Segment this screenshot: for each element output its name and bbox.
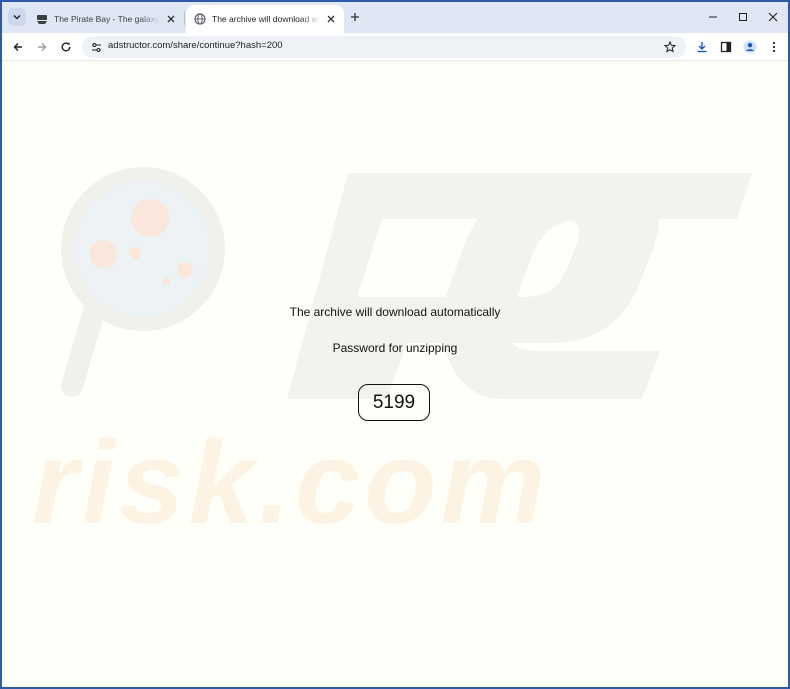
tune-icon[interactable] bbox=[88, 39, 104, 55]
maximize-icon bbox=[739, 13, 747, 21]
password-label: Password for unzipping bbox=[332, 341, 458, 355]
profile-icon bbox=[743, 40, 757, 54]
side-panel-icon bbox=[720, 41, 732, 53]
download-icon bbox=[697, 42, 707, 53]
page-content: risk.com The archive will download autom… bbox=[2, 61, 788, 687]
pirate-ship-icon bbox=[36, 13, 48, 25]
address-bar[interactable]: adstructor.com/share/continue?hash=200 bbox=[82, 36, 686, 58]
tab-title: The Pirate Bay - The galaxy's most resil… bbox=[54, 14, 160, 24]
globe-icon bbox=[194, 13, 206, 25]
close-window-button[interactable] bbox=[759, 6, 787, 28]
minimize-button[interactable] bbox=[699, 6, 727, 28]
kebab-menu-icon bbox=[772, 41, 776, 53]
tab-pirate-bay[interactable]: The Pirate Bay - The galaxy's most resil… bbox=[28, 5, 184, 33]
new-tab-button[interactable] bbox=[346, 8, 364, 26]
arrow-right-icon bbox=[38, 43, 47, 51]
menu-button[interactable] bbox=[764, 37, 784, 57]
side-panel-button[interactable] bbox=[716, 37, 736, 57]
tab-title: The archive will download automatically bbox=[212, 14, 320, 24]
minimize-icon bbox=[709, 16, 717, 18]
tab-strip: The Pirate Bay - The galaxy's most resil… bbox=[2, 2, 788, 33]
reload-button[interactable] bbox=[56, 37, 76, 57]
pcrisk-watermark: risk.com bbox=[32, 167, 752, 549]
download-message: The archive will download automatically bbox=[289, 305, 501, 319]
chevron-down-icon bbox=[13, 15, 21, 20]
tab-separator bbox=[184, 11, 185, 25]
profile-button[interactable] bbox=[740, 37, 760, 57]
back-button[interactable] bbox=[8, 37, 28, 57]
tab-close-icon[interactable] bbox=[324, 12, 338, 26]
download-button[interactable] bbox=[692, 37, 712, 57]
risk-com-watermark-text: risk.com bbox=[32, 417, 549, 549]
forward-button[interactable] bbox=[32, 37, 52, 57]
arrow-left-icon bbox=[13, 43, 22, 51]
pc-logo-mark bbox=[287, 173, 752, 399]
url-text: adstructor.com/share/continue?hash=200 bbox=[108, 40, 283, 51]
password-code: 5199 bbox=[358, 384, 430, 421]
tab-search-button[interactable] bbox=[8, 8, 26, 26]
tab-archive-download[interactable]: The archive will download automatically bbox=[186, 5, 344, 33]
browser-window: The Pirate Bay - The galaxy's most resil… bbox=[0, 0, 790, 689]
plus-icon bbox=[351, 13, 359, 21]
browser-toolbar: adstructor.com/share/continue?hash=200 bbox=[2, 33, 788, 61]
maximize-button[interactable] bbox=[729, 6, 757, 28]
star-icon[interactable] bbox=[662, 39, 678, 55]
close-icon bbox=[768, 12, 778, 22]
tab-close-icon[interactable] bbox=[164, 12, 178, 26]
reload-icon bbox=[61, 42, 71, 52]
